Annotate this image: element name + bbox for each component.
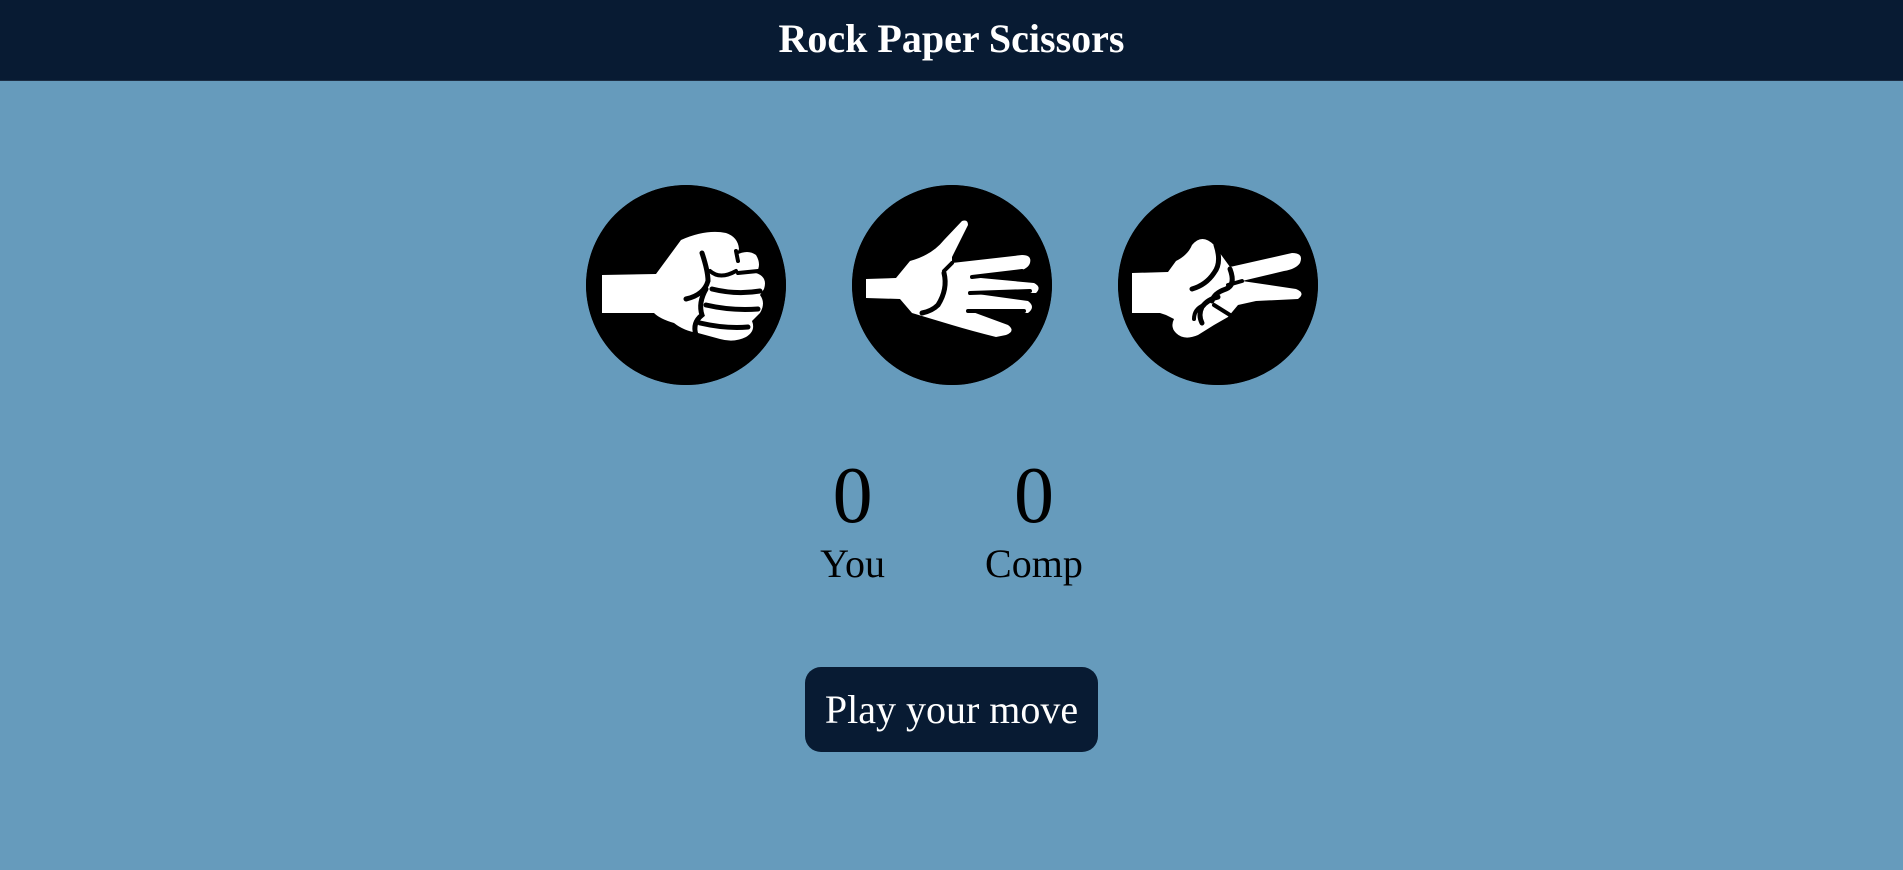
comp-score-value: 0: [1013, 452, 1054, 540]
paper-choice-button[interactable]: [851, 185, 1052, 385]
user-score: 0 You: [820, 450, 885, 586]
message-container: Play your move: [0, 667, 1903, 752]
comp-score-label: Comp: [985, 541, 1083, 586]
user-score-value: 0: [832, 452, 873, 540]
scissors-choice-button[interactable]: [1117, 185, 1318, 385]
rock-choice-button[interactable]: [585, 185, 786, 385]
paper-open-hand-icon: [851, 185, 1052, 385]
user-score-label: You: [820, 541, 886, 586]
rock-fist-icon: [585, 185, 786, 385]
page-title: Rock Paper Scissors: [778, 16, 1125, 61]
status-message: Play your move: [804, 667, 1099, 752]
choices-container: [0, 185, 1903, 385]
scissors-two-fingers-icon: [1117, 185, 1318, 385]
app-header: Rock Paper Scissors: [0, 0, 1903, 81]
comp-score: 0 Comp: [985, 450, 1083, 586]
scoreboard: 0 You 0 Comp: [0, 450, 1903, 586]
